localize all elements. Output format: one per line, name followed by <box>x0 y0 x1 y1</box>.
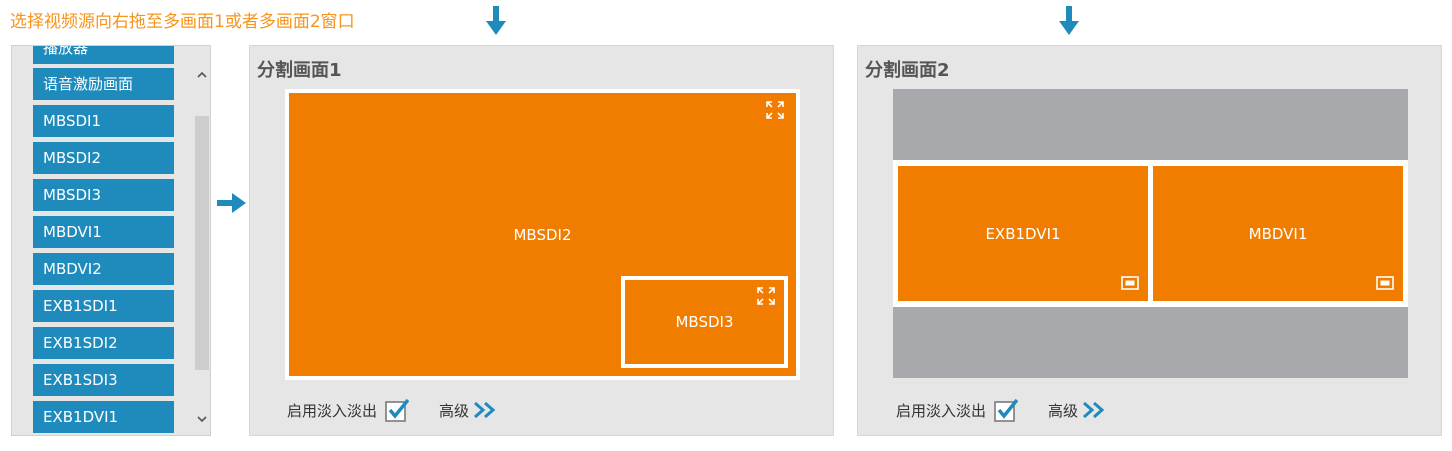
arrow-down-icon <box>1059 6 1079 35</box>
source-item[interactable]: 播放器 <box>33 46 174 64</box>
advanced-button[interactable]: 高级 <box>1048 400 1108 421</box>
checkbox-checked-icon[interactable] <box>994 398 1019 422</box>
instruction-text: 选择视频源向右拖至多画面1或者多画面2窗口 <box>10 12 355 32</box>
left-window[interactable]: EXB1DVI1 <box>898 166 1148 301</box>
maximize-icon[interactable] <box>765 100 785 120</box>
advanced-button[interactable]: 高级 <box>439 400 499 421</box>
source-list-panel: 播放器 语音激励画面 MBSDI1 MBSDI2 MBSDI3 MBDVI1 M… <box>11 45 211 436</box>
maximize-icon[interactable] <box>756 286 776 306</box>
double-chevron-right-icon <box>1083 401 1105 419</box>
panel-title: 分割画面2 <box>865 60 950 81</box>
window-label: MBDVI1 <box>1248 224 1308 243</box>
layout-footer: 启用淡入淡出 高级 <box>896 398 1108 422</box>
empty-slot-top <box>893 89 1408 160</box>
source-item[interactable]: MBSDI1 <box>33 105 174 137</box>
source-item[interactable]: EXB1DVI1 <box>33 401 174 433</box>
advanced-label: 高级 <box>439 401 470 420</box>
advanced-label: 高级 <box>1048 401 1079 420</box>
fade-label: 启用淡入淡出 <box>287 401 378 420</box>
window-label: EXB1DVI1 <box>985 224 1061 243</box>
scroll-up-icon[interactable] <box>195 66 209 84</box>
window-label: MBSDI2 <box>513 225 572 244</box>
window-restore-icon[interactable] <box>1375 273 1395 293</box>
source-item[interactable]: MBDVI2 <box>33 253 174 285</box>
window-restore-icon[interactable] <box>1120 273 1140 293</box>
pip-window[interactable]: MBSDI3 <box>621 276 788 368</box>
fade-label: 启用淡入淡出 <box>896 401 987 420</box>
source-item[interactable]: EXB1SDI3 <box>33 364 174 396</box>
source-item[interactable]: 语音激励画面 <box>33 68 174 100</box>
panel-title: 分割画面1 <box>257 60 342 81</box>
layout-panel-2: 分割画面2 EXB1DVI1 MBDVI1 启用淡入淡出 高级 <box>857 45 1442 436</box>
source-item[interactable]: MBSDI3 <box>33 179 174 211</box>
empty-slot-bottom <box>893 307 1408 378</box>
layout-panel-1: 分割画面1 MBSDI2 MBSDI3 启用淡入淡出 高级 <box>249 45 834 436</box>
arrow-down-icon <box>486 6 506 35</box>
right-window[interactable]: MBDVI1 <box>1153 166 1403 301</box>
source-list-scrollbar[interactable] <box>195 54 209 430</box>
double-chevron-right-icon <box>474 401 496 419</box>
scroll-thumb[interactable] <box>195 116 209 370</box>
layout-footer: 启用淡入淡出 高级 <box>287 398 499 422</box>
window-label: MBSDI3 <box>675 313 734 331</box>
arrow-right-icon <box>217 193 246 213</box>
checkbox-checked-icon[interactable] <box>385 398 410 422</box>
source-item[interactable]: MBDVI1 <box>33 216 174 248</box>
scroll-down-icon[interactable] <box>195 410 209 428</box>
source-item[interactable]: EXB1SDI2 <box>33 327 174 359</box>
source-item[interactable]: MBSDI2 <box>33 142 174 174</box>
source-item[interactable]: EXB1SDI1 <box>33 290 174 322</box>
